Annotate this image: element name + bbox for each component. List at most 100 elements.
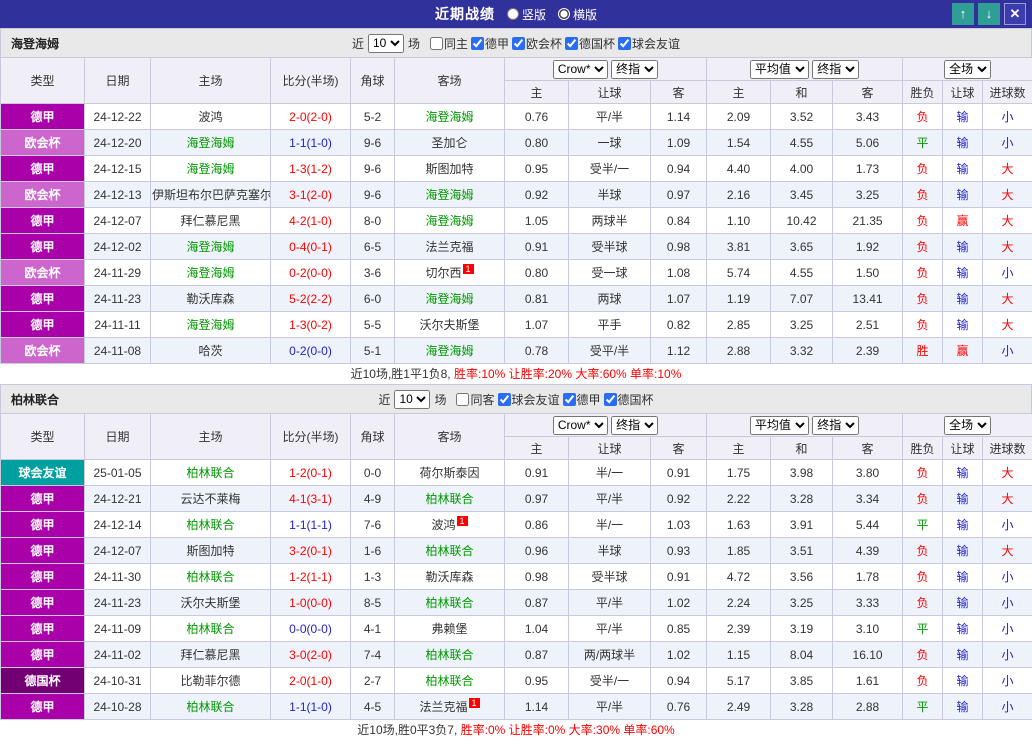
odds-handicap-cell: 受半/一 — [569, 156, 651, 182]
result-goals-cell: 大 — [983, 234, 1032, 260]
filter-checkbox[interactable] — [618, 37, 631, 50]
average-select[interactable]: 平均值 — [750, 416, 809, 435]
corners-cell: 4-1 — [351, 616, 395, 642]
result-outcome-cell: 负 — [903, 104, 943, 130]
filter-checkbox[interactable] — [471, 37, 484, 50]
filter-checkbox[interactable] — [565, 37, 578, 50]
corners-cell: 5-2 — [351, 104, 395, 130]
odds-home-cell: 0.80 — [505, 130, 569, 156]
avg-draw-cell: 3.52 — [771, 104, 833, 130]
corners-cell: 4-5 — [351, 694, 395, 720]
average-stage-select[interactable]: 终指 — [812, 416, 859, 435]
avg-away-cell: 3.80 — [833, 460, 903, 486]
scroll-up-button[interactable]: ↑ — [952, 3, 974, 25]
avg-home-cell: 4.72 — [707, 564, 771, 590]
match-row: 欧会杯24-11-29海登海姆0-2(0-0)3-6切尔西10.80受一球1.0… — [1, 260, 1032, 286]
result-goals-cell: 小 — [983, 260, 1032, 286]
average-stage-select[interactable]: 终指 — [812, 60, 859, 79]
odds-handicap-cell: 平/半 — [569, 616, 651, 642]
score-cell: 0-4(0-1) — [271, 234, 351, 260]
odds-home-cell: 0.96 — [505, 538, 569, 564]
odds-stage-select[interactable]: 终指 — [611, 416, 658, 435]
matches-body: 球会友谊25-01-05柏林联合1-2(0-1)0-0荷尔斯泰因0.91半/一0… — [1, 460, 1032, 720]
corners-cell: 9-6 — [351, 130, 395, 156]
odds-home-cell: 1.07 — [505, 312, 569, 338]
filter-option[interactable]: 球会友谊 — [618, 35, 680, 52]
avg-home-cell: 2.39 — [707, 616, 771, 642]
match-row: 德甲24-11-11海登海姆1-3(0-2)5-5沃尔夫斯堡1.07平手0.82… — [1, 312, 1032, 338]
average-select[interactable]: 平均值 — [750, 60, 809, 79]
sub-header-avg-home: 主 — [707, 81, 771, 104]
avg-home-cell: 3.81 — [707, 234, 771, 260]
filter-option[interactable]: 德国杯 — [565, 35, 615, 52]
filter-option-label: 欧会杯 — [526, 35, 562, 52]
league-cell: 球会友谊 — [1, 460, 85, 486]
vertical-radio-input[interactable] — [507, 8, 519, 20]
league-cell: 欧会杯 — [1, 182, 85, 208]
match-count-select[interactable]: 10 — [394, 390, 430, 409]
scope-select[interactable]: 全场 — [944, 60, 991, 79]
match-row: 德甲24-11-09柏林联合0-0(0-0)4-1弗赖堡1.04平/半0.852… — [1, 616, 1032, 642]
filter-checkbox[interactable] — [456, 393, 469, 406]
home-team-cell: 伊斯坦布尔巴萨克塞尔 — [151, 182, 271, 208]
filter-option[interactable]: 德甲 — [471, 35, 509, 52]
odds-away-cell: 0.97 — [651, 182, 707, 208]
close-button[interactable]: ✕ — [1004, 3, 1026, 25]
filter-near-label: 近 — [352, 35, 364, 52]
match-count-select[interactable]: 10 — [368, 34, 404, 53]
away-team-cell: 海登海姆 — [395, 338, 505, 364]
filter-checkbox[interactable] — [604, 393, 617, 406]
average-odds-header: 平均值 终指 — [707, 58, 903, 81]
scroll-down-button[interactable]: ↓ — [978, 3, 1000, 25]
filter-checkbox[interactable] — [563, 393, 576, 406]
matches-table: 类型 日期 主场 比分(半场) 角球 客场 Crow* 终指 平均值 终指 全场 — [0, 413, 1032, 720]
corners-cell: 5-5 — [351, 312, 395, 338]
filter-checkbox[interactable] — [498, 393, 511, 406]
sub-header-avg-draw: 和 — [771, 437, 833, 460]
filter-checkbox[interactable] — [430, 37, 443, 50]
matches-body: 德甲24-12-22波鸿2-0(2-0)5-2海登海姆0.76平/半1.142.… — [1, 104, 1032, 364]
filter-option[interactable]: 欧会杯 — [512, 35, 562, 52]
corners-cell: 8-0 — [351, 208, 395, 234]
filter-checkbox[interactable] — [512, 37, 525, 50]
bookmaker-select[interactable]: Crow* — [553, 416, 608, 435]
summary-line: 近10场,胜0平3负7, 胜率:0% 让胜率:0% 大率:30% 单率:60% — [0, 720, 1032, 740]
odds-away-cell: 0.93 — [651, 538, 707, 564]
filter-option[interactable]: 同主 — [430, 35, 468, 52]
score-cell: 1-2(1-1) — [271, 564, 351, 590]
filter-option[interactable]: 德甲 — [563, 391, 601, 408]
odds-home-cell: 0.95 — [505, 156, 569, 182]
match-row: 德甲24-12-15海登海姆1-3(1-2)9-6斯图加特0.95受半/一0.9… — [1, 156, 1032, 182]
avg-draw-cell: 3.51 — [771, 538, 833, 564]
layout-radio-horizontal[interactable]: 横版 — [558, 6, 597, 23]
home-team-cell: 斯图加特 — [151, 538, 271, 564]
score-cell: 1-1(1-1) — [271, 512, 351, 538]
avg-draw-cell: 3.28 — [771, 486, 833, 512]
match-row: 德甲24-11-30柏林联合1-2(1-1)1-3勒沃库森0.98受半球0.91… — [1, 564, 1032, 590]
home-team-cell: 柏林联合 — [151, 694, 271, 720]
avg-draw-cell: 3.91 — [771, 512, 833, 538]
sub-header-handicap: 让球 — [569, 437, 651, 460]
filter-option[interactable]: 同客 — [456, 391, 494, 408]
horizontal-radio-input[interactable] — [558, 8, 570, 20]
avg-draw-cell: 3.45 — [771, 182, 833, 208]
sub-header-handicap-result: 让球 — [943, 437, 983, 460]
result-handicap-cell: 输 — [943, 260, 983, 286]
layout-radio-vertical[interactable]: 竖版 — [507, 6, 546, 23]
section-header: 柏林联合 近 10 场 同客球会友谊德甲德国杯 — [0, 384, 1032, 413]
filter-option[interactable]: 德国杯 — [604, 391, 654, 408]
scope-select[interactable]: 全场 — [944, 416, 991, 435]
odds-handicap-cell: 平/半 — [569, 104, 651, 130]
odds-away-cell: 0.76 — [651, 694, 707, 720]
league-cell: 德甲 — [1, 564, 85, 590]
score-cell: 0-0(0-0) — [271, 616, 351, 642]
corners-cell: 7-6 — [351, 512, 395, 538]
filter-option-label: 球会友谊 — [512, 391, 560, 408]
odds-stage-select[interactable]: 终指 — [611, 60, 658, 79]
team-name: 柏林联合 — [11, 391, 59, 408]
odds-home-cell: 0.97 — [505, 486, 569, 512]
bookmaker-select[interactable]: Crow* — [553, 60, 608, 79]
home-team-cell: 柏林联合 — [151, 460, 271, 486]
filter-option[interactable]: 球会友谊 — [498, 391, 560, 408]
odds-handicap-cell: 半/一 — [569, 460, 651, 486]
